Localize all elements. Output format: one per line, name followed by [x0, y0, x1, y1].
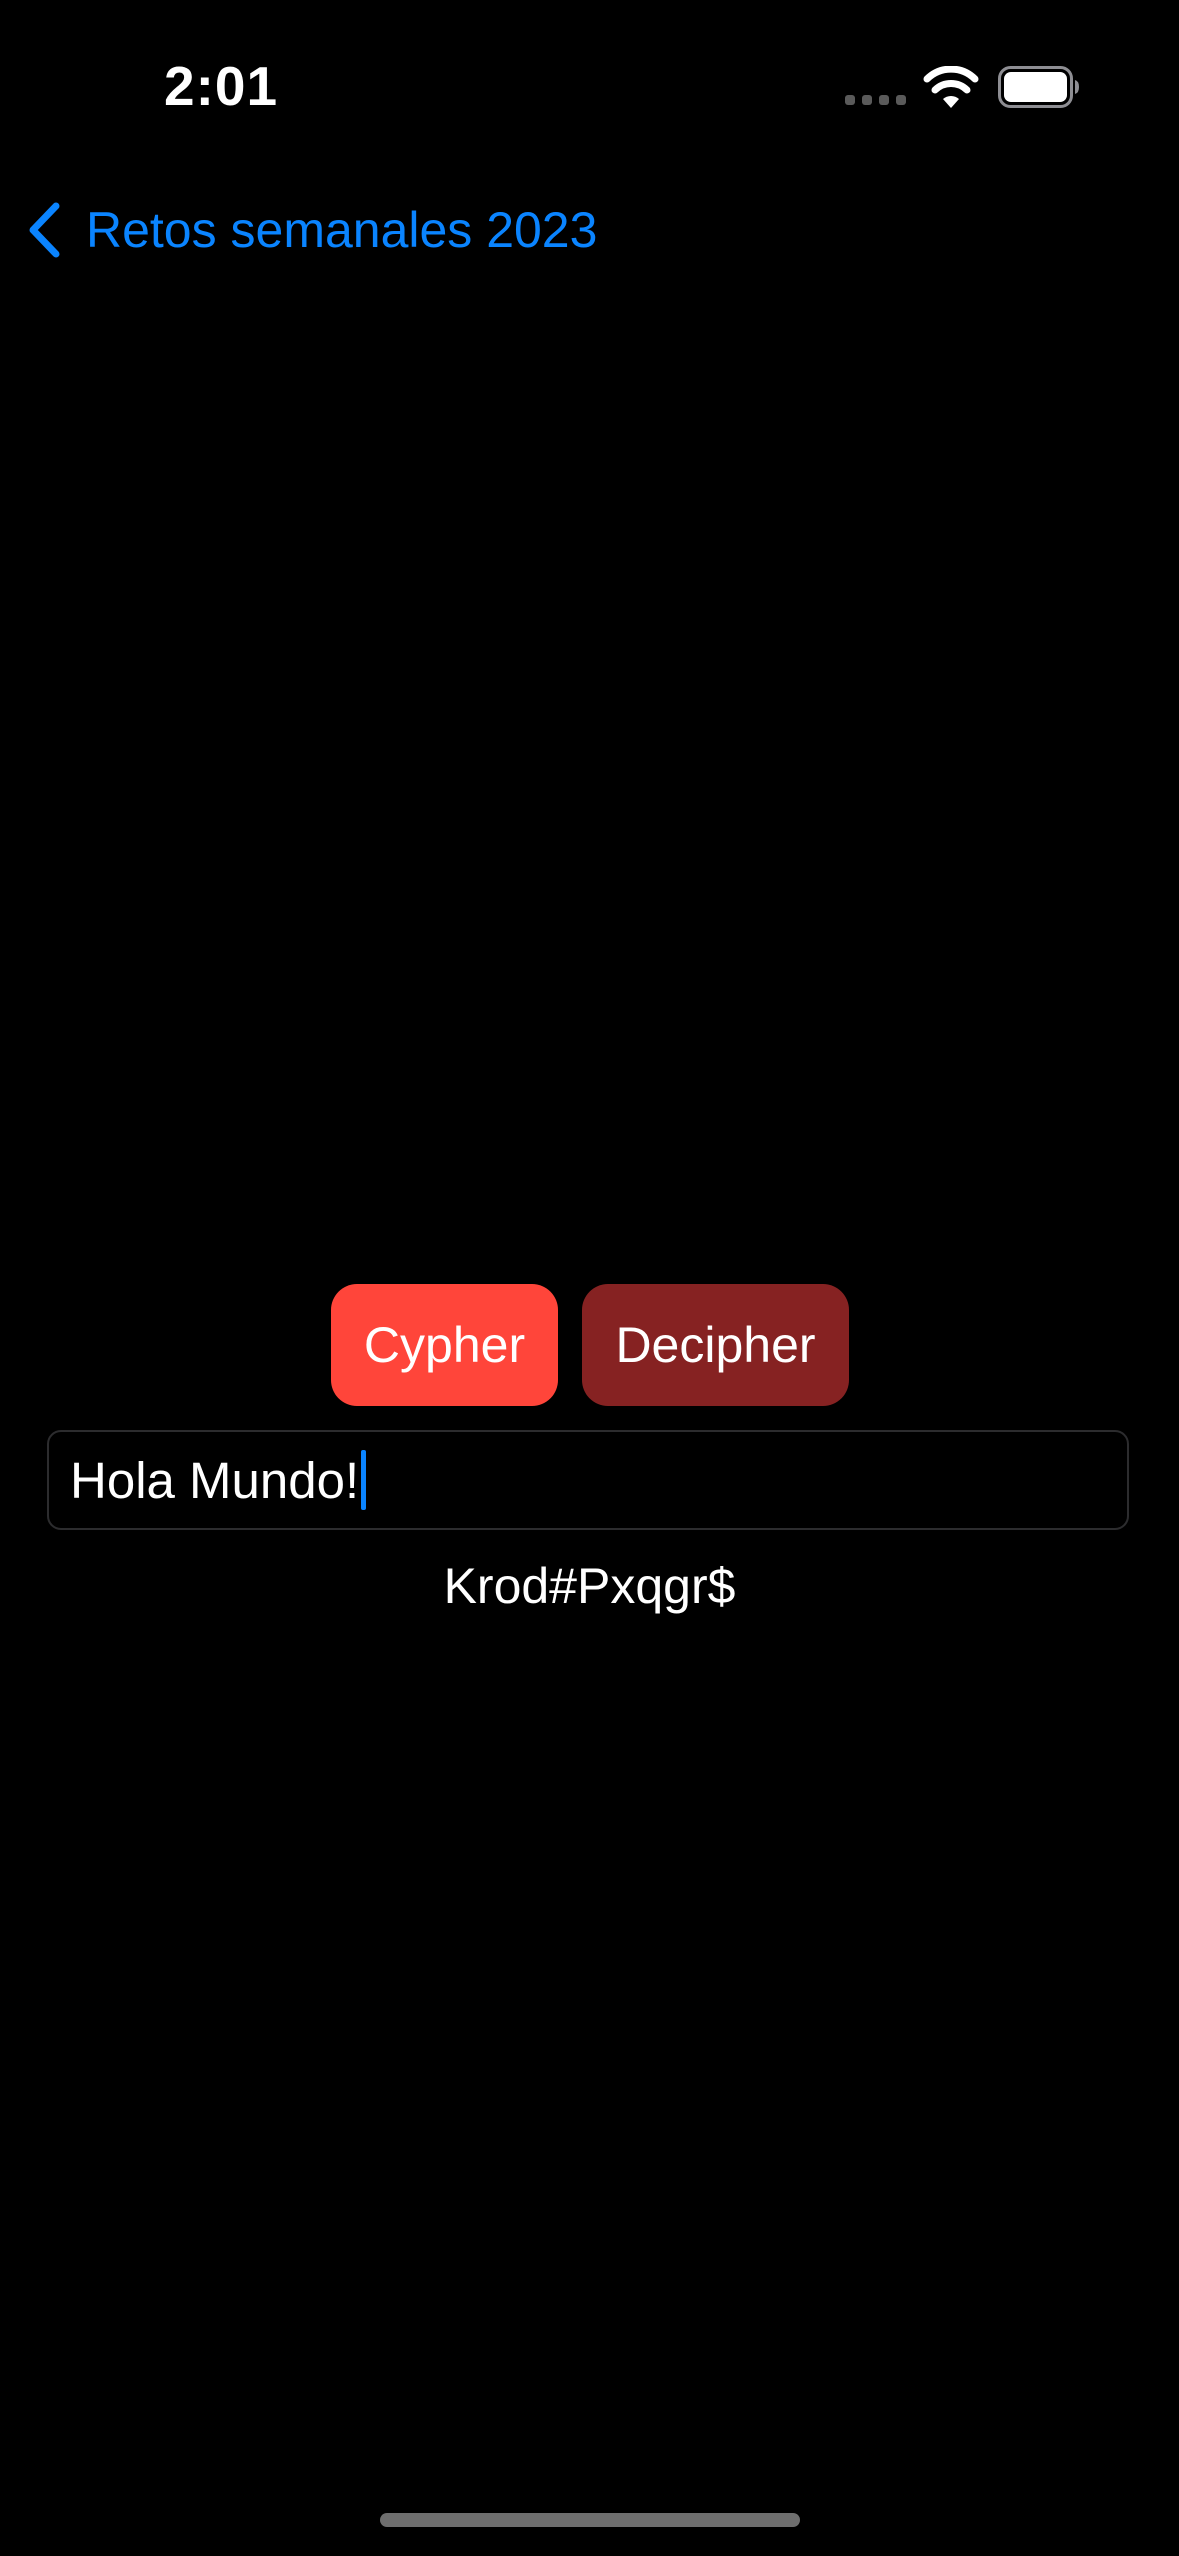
decipher-button[interactable]: Decipher	[582, 1284, 849, 1406]
decipher-button-label: Decipher	[615, 1317, 816, 1373]
cypher-button-label: Cypher	[363, 1317, 526, 1373]
action-button-row: Cypher Decipher	[0, 1284, 1179, 1406]
wifi-icon	[923, 66, 979, 108]
navigation-bar: Retos semanales 2023	[0, 180, 1179, 280]
status-time: 2:01	[164, 55, 279, 117]
back-button-label: Retos semanales 2023	[86, 202, 598, 258]
cellular-signal-icon	[845, 95, 906, 105]
message-text-field[interactable]: Hola Mundo!	[47, 1430, 1129, 1530]
chevron-left-icon	[29, 202, 60, 258]
battery-icon	[998, 66, 1079, 108]
result-text: Krod#Pxqgr$	[443, 1558, 736, 1614]
back-button[interactable]: Retos semanales 2023	[24, 198, 597, 262]
cypher-button[interactable]: Cypher	[331, 1284, 558, 1406]
text-cursor	[361, 1450, 367, 1510]
home-indicator[interactable]	[380, 2513, 800, 2527]
message-input-value[interactable]: Hola Mundo!	[70, 1451, 359, 1510]
status-bar: 2:01	[0, 0, 1179, 170]
